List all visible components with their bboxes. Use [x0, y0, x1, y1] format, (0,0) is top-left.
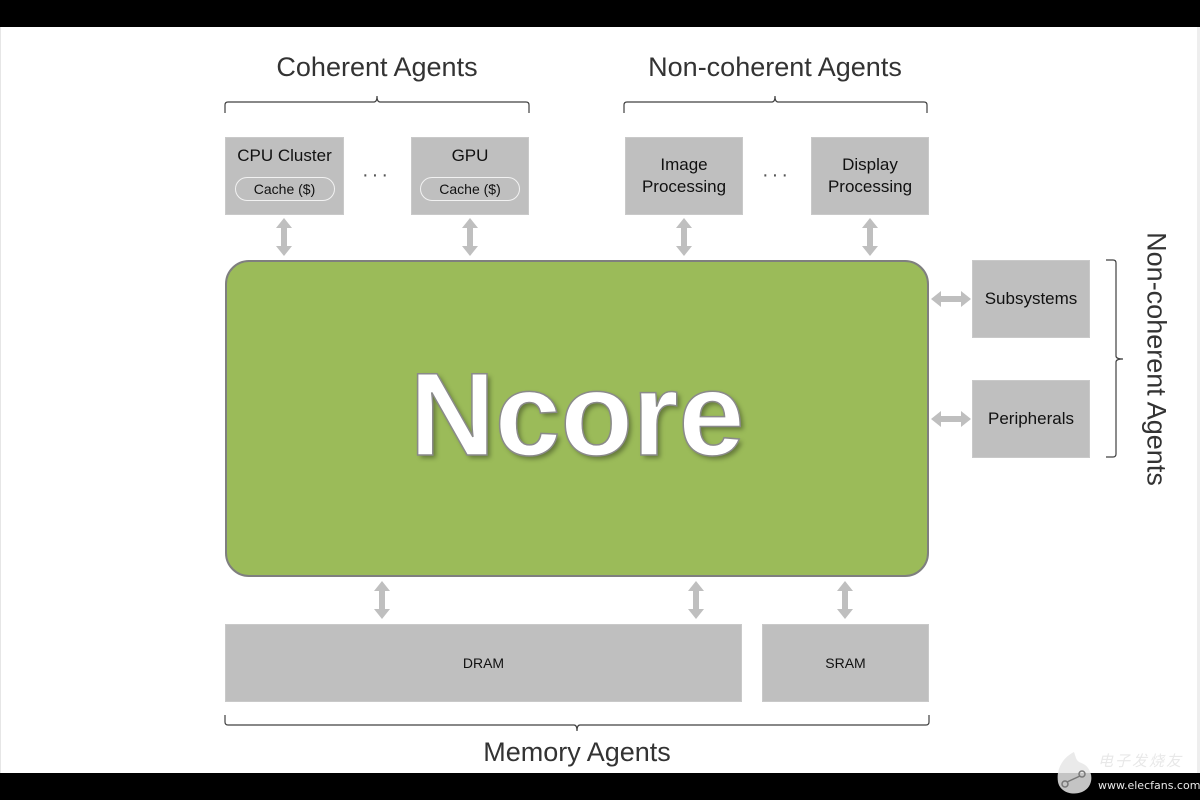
display-processing-label-line1: Display: [842, 154, 898, 174]
cpu-cache-label: Cache ($): [253, 181, 316, 197]
dram-ncore-arrow-1: [374, 581, 390, 619]
side-noncoherent-agents-title: Non-coherent Agents: [1141, 232, 1172, 486]
image-processing-label-line1: Image: [660, 154, 708, 174]
coherent-bracket: [224, 95, 530, 113]
display-processing-label-line2: Processing: [827, 177, 913, 196]
peripherals-label: Peripherals: [988, 408, 1074, 428]
sram-ncore-arrow: [837, 581, 853, 619]
display-ncore-arrow: [862, 218, 878, 256]
dram-box[interactable]: DRAM: [225, 624, 742, 702]
peripherals-ncore-arrow: [931, 411, 971, 427]
dram-ncore-arrow-2: [688, 581, 704, 619]
side-bracket: [1106, 259, 1124, 458]
diagram-slide: Coherent Agents Non-coherent Agents Non-…: [0, 27, 1200, 773]
cpu-cache-pill: Cache ($): [234, 177, 335, 202]
coherent-ellipsis: ···: [362, 164, 391, 186]
watermark-url: www.elecfans.com: [1098, 779, 1200, 792]
watermark-cn: 电子发烧友: [1098, 753, 1184, 770]
subsystems-box[interactable]: Subsystems: [972, 260, 1090, 338]
sram-box[interactable]: SRAM: [762, 624, 929, 702]
image-processing-box[interactable]: Image Processing: [625, 137, 743, 215]
memory-agents-title: Memory Agents: [483, 737, 671, 767]
subsystems-ncore-arrow: [931, 291, 971, 307]
ncore-block[interactable]: Ncore: [225, 260, 929, 577]
peripherals-box[interactable]: Peripherals: [972, 380, 1090, 458]
noncoherent-bracket: [623, 95, 928, 113]
coherent-agents-title: Coherent Agents: [276, 52, 478, 82]
image-ncore-arrow: [676, 218, 692, 256]
gpu-cache-label: Cache ($): [439, 181, 501, 197]
image-processing-label-line2: Processing: [641, 177, 727, 196]
gpu-box[interactable]: GPU Cache ($): [411, 137, 529, 215]
gpu-label: GPU: [451, 146, 489, 165]
cpu-cluster-label: CPU Cluster: [237, 146, 332, 165]
display-processing-box[interactable]: Display Processing: [811, 137, 929, 215]
noncoherent-ellipsis: ···: [762, 164, 791, 186]
top-letterbox: [0, 0, 1200, 27]
bottom-letterbox: [0, 773, 1200, 800]
watermark: 电子发烧友 www.elecfans.com: [1050, 748, 1200, 800]
dram-label: DRAM: [462, 654, 505, 671]
subsystems-label: Subsystems: [984, 288, 1078, 308]
ncore-label: Ncore: [409, 348, 745, 481]
noncoherent-agents-title: Non-coherent Agents: [648, 52, 902, 82]
gpu-cache-pill: Cache ($): [420, 177, 520, 202]
elecfans-logo-icon: [1057, 752, 1092, 794]
memory-bracket: [224, 715, 930, 732]
cpu-ncore-arrow: [276, 218, 292, 256]
sram-label: SRAM: [825, 654, 866, 671]
cpu-cluster-box[interactable]: CPU Cluster Cache ($): [225, 137, 344, 215]
gpu-ncore-arrow: [462, 218, 478, 256]
